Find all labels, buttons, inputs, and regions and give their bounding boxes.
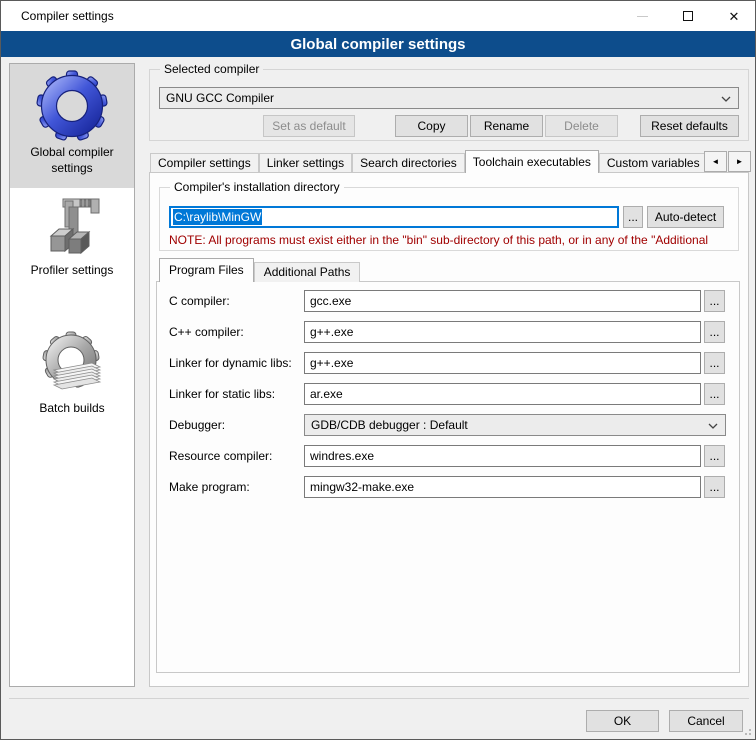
- caliper-icon: [39, 194, 105, 260]
- ok-button[interactable]: OK: [586, 710, 659, 732]
- sidebar-item-label: Global compiler settings: [10, 142, 134, 180]
- sub-tabstrip: Program Files Additional Paths: [159, 258, 360, 282]
- cpp-compiler-browse-button[interactable]: ...: [704, 321, 725, 343]
- gray-gear-papers-icon: [38, 330, 106, 398]
- main-tabstrip: Compiler settings Linker settings Search…: [150, 150, 704, 173]
- linker-dynamic-browse-button[interactable]: ...: [704, 352, 725, 374]
- sidebar: Global compiler settings: [9, 63, 135, 687]
- cpp-compiler-input[interactable]: [304, 321, 701, 343]
- compiler-select[interactable]: GNU GCC Compiler: [159, 87, 739, 109]
- debugger-select[interactable]: GDB/CDB debugger : Default: [304, 414, 726, 436]
- reset-defaults-button[interactable]: Reset defaults: [640, 115, 739, 137]
- make-program-input[interactable]: [304, 476, 701, 498]
- close-button[interactable]: ✕: [711, 1, 756, 31]
- set-as-default-button: Set as default: [263, 115, 355, 137]
- chevron-down-icon: [708, 423, 718, 429]
- debugger-label: Debugger:: [169, 414, 301, 436]
- tab-compiler-settings[interactable]: Compiler settings: [150, 153, 259, 173]
- resize-grip[interactable]: [743, 727, 751, 735]
- make-program-browse-button[interactable]: ...: [704, 476, 725, 498]
- c-compiler-browse-button[interactable]: ...: [704, 290, 725, 312]
- window-title: Compiler settings: [21, 9, 114, 23]
- installation-directory-browse-button[interactable]: ...: [623, 206, 643, 228]
- delete-button: Delete: [545, 115, 618, 137]
- installation-note: NOTE: All programs must exist either in …: [169, 233, 731, 247]
- copy-button[interactable]: Copy: [395, 115, 468, 137]
- banner: Global compiler settings: [1, 31, 755, 57]
- close-icon: ✕: [729, 10, 740, 23]
- tab-scroll-left-button[interactable]: ◄: [704, 151, 727, 172]
- tab-search-directories[interactable]: Search directories: [352, 153, 465, 173]
- installation-directory-value: C:\raylib\MinGW: [173, 209, 262, 225]
- blue-gear-icon: [36, 70, 108, 142]
- selected-compiler-legend: Selected compiler: [160, 62, 263, 76]
- sidebar-item-profiler-settings[interactable]: Profiler settings: [10, 194, 134, 294]
- resource-compiler-label: Resource compiler:: [169, 445, 301, 467]
- tab-toolchain-executables[interactable]: Toolchain executables: [465, 150, 599, 173]
- linker-dynamic-input[interactable]: [304, 352, 701, 374]
- linker-dynamic-label: Linker for dynamic libs:: [169, 352, 301, 374]
- make-program-label: Make program:: [169, 476, 301, 498]
- sidebar-item-batch-builds[interactable]: Batch builds: [10, 330, 134, 430]
- installation-directory-legend: Compiler's installation directory: [170, 180, 344, 194]
- resource-compiler-input[interactable]: [304, 445, 701, 467]
- tab-custom-variables[interactable]: Custom variables: [599, 153, 704, 173]
- linker-static-label: Linker for static libs:: [169, 383, 301, 405]
- tab-scroll-right-button[interactable]: ►: [728, 151, 751, 172]
- compiler-select-value: GNU GCC Compiler: [166, 91, 274, 105]
- minimize-icon: [637, 16, 648, 17]
- linker-static-browse-button[interactable]: ...: [704, 383, 725, 405]
- subtab-program-files[interactable]: Program Files: [159, 258, 254, 282]
- compiler-settings-dialog: Compiler settings ✕ Global compiler sett…: [0, 0, 756, 740]
- installation-directory-input[interactable]: C:\raylib\MinGW: [169, 206, 619, 228]
- maximize-button[interactable]: [665, 1, 711, 31]
- subtab-additional-paths[interactable]: Additional Paths: [254, 262, 361, 282]
- debugger-select-value: GDB/CDB debugger : Default: [311, 418, 468, 432]
- auto-detect-button[interactable]: Auto-detect: [647, 206, 724, 228]
- rename-button[interactable]: Rename: [470, 115, 543, 137]
- page-title: Global compiler settings: [290, 36, 465, 53]
- maximize-icon: [683, 11, 693, 21]
- footer-divider: [9, 698, 749, 699]
- linker-static-input[interactable]: [304, 383, 701, 405]
- resource-compiler-browse-button[interactable]: ...: [704, 445, 725, 467]
- titlebar: Compiler settings ✕: [1, 1, 755, 31]
- sidebar-item-global-compiler-settings[interactable]: Global compiler settings: [10, 64, 134, 188]
- c-compiler-label: C compiler:: [169, 290, 301, 312]
- sidebar-item-label: Profiler settings: [10, 260, 134, 282]
- sidebar-item-label: Batch builds: [10, 398, 134, 420]
- minimize-button: [619, 1, 665, 31]
- cpp-compiler-label: C++ compiler:: [169, 321, 301, 343]
- cancel-button[interactable]: Cancel: [669, 710, 743, 732]
- chevron-down-icon: [721, 96, 731, 102]
- c-compiler-input[interactable]: [304, 290, 701, 312]
- tab-linker-settings[interactable]: Linker settings: [259, 153, 352, 173]
